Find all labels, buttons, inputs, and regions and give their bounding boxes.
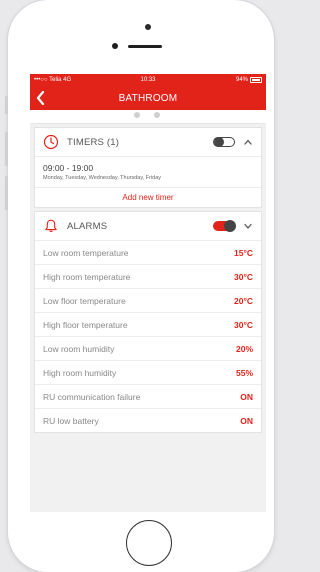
timer-days: Monday, Tuesday, Wednesday, Thursday, Fr… — [43, 175, 162, 181]
alarm-value: ON — [240, 415, 253, 426]
alarm-row[interactable]: High room humidity 55% — [35, 360, 261, 384]
timers-card: TIMERS (1) 09:00 - 19:00 Monday, Tuesday… — [34, 127, 262, 208]
nav-bar: BATHROOM — [30, 86, 266, 110]
page-title: BATHROOM — [118, 92, 178, 104]
alarm-value: 20°C — [234, 295, 253, 306]
front-camera — [145, 24, 151, 30]
alarms-title: ALARMS — [67, 220, 108, 232]
mute-switch — [5, 96, 8, 114]
alarm-value: 30°C — [234, 319, 253, 330]
alarm-label: High room temperature — [43, 271, 131, 282]
alarms-card: ALARMS Low room temperature 15°C High ro… — [34, 211, 262, 433]
alarm-row[interactable]: Low room humidity 20% — [35, 336, 261, 360]
alarm-label: Low room temperature — [43, 247, 129, 258]
chevron-up-icon[interactable] — [243, 137, 253, 147]
alarm-label: Low floor temperature — [43, 295, 126, 306]
timers-header[interactable]: TIMERS (1) — [35, 128, 261, 156]
alarm-label: RU communication failure — [43, 391, 141, 402]
timers-toggle[interactable] — [213, 137, 235, 147]
volume-up-button — [5, 132, 8, 166]
alarm-value: 30°C — [234, 271, 253, 282]
alarm-label: Low room humidity — [43, 343, 115, 354]
alarm-row[interactable]: High floor temperature 30°C — [35, 312, 261, 336]
bell-icon — [45, 219, 57, 233]
status-bar: •••○○ Telia 4G 10:33 94% — [30, 74, 266, 86]
alarm-label: High floor temperature — [43, 319, 128, 330]
status-time: 10:33 — [140, 77, 156, 83]
toggle-knob — [214, 137, 224, 147]
earpiece-speaker — [128, 45, 162, 48]
timer-time: 09:00 - 19:00 — [43, 163, 94, 173]
toggle-knob — [224, 220, 236, 232]
clock-icon — [43, 134, 59, 150]
alarm-value: ON — [240, 391, 253, 402]
chevron-left-icon — [36, 91, 45, 105]
alarm-row[interactable]: RU low battery ON — [35, 408, 261, 432]
battery-icon — [250, 77, 262, 83]
alarm-label: High room humidity — [43, 367, 117, 378]
chevron-down-icon[interactable] — [243, 221, 253, 231]
timer-entry[interactable]: 09:00 - 19:00 Monday, Tuesday, Wednesday… — [35, 156, 261, 187]
alarm-row[interactable]: Low room temperature 15°C — [35, 240, 261, 264]
add-timer-button[interactable]: Add new timer — [35, 187, 261, 207]
home-button[interactable] — [126, 520, 172, 566]
alarm-label: RU low battery — [43, 415, 99, 426]
back-button[interactable] — [36, 90, 50, 106]
phone-frame: •••○○ Telia 4G 10:33 94% BATHROOM TIMERS… — [5, 0, 274, 572]
alarm-value: 15°C — [234, 247, 253, 258]
alarms-header[interactable]: ALARMS — [35, 212, 261, 240]
partial-dot — [154, 112, 160, 118]
alarm-value: 20% — [235, 343, 253, 354]
timers-title: TIMERS (1) — [67, 136, 120, 148]
alarms-toggle[interactable] — [213, 220, 236, 232]
volume-down-button — [5, 176, 8, 210]
proximity-sensor — [112, 43, 118, 49]
alarm-row[interactable]: Low floor temperature 20°C — [35, 288, 261, 312]
partial-dot — [134, 112, 140, 118]
app-screen: •••○○ Telia 4G 10:33 94% BATHROOM TIMERS… — [30, 74, 266, 512]
alarm-row[interactable]: RU communication failure ON — [35, 384, 261, 408]
alarm-row[interactable]: High room temperature 30°C — [35, 264, 261, 288]
alarm-value: 55% — [235, 367, 253, 378]
scrolled-section-edge — [30, 110, 266, 124]
